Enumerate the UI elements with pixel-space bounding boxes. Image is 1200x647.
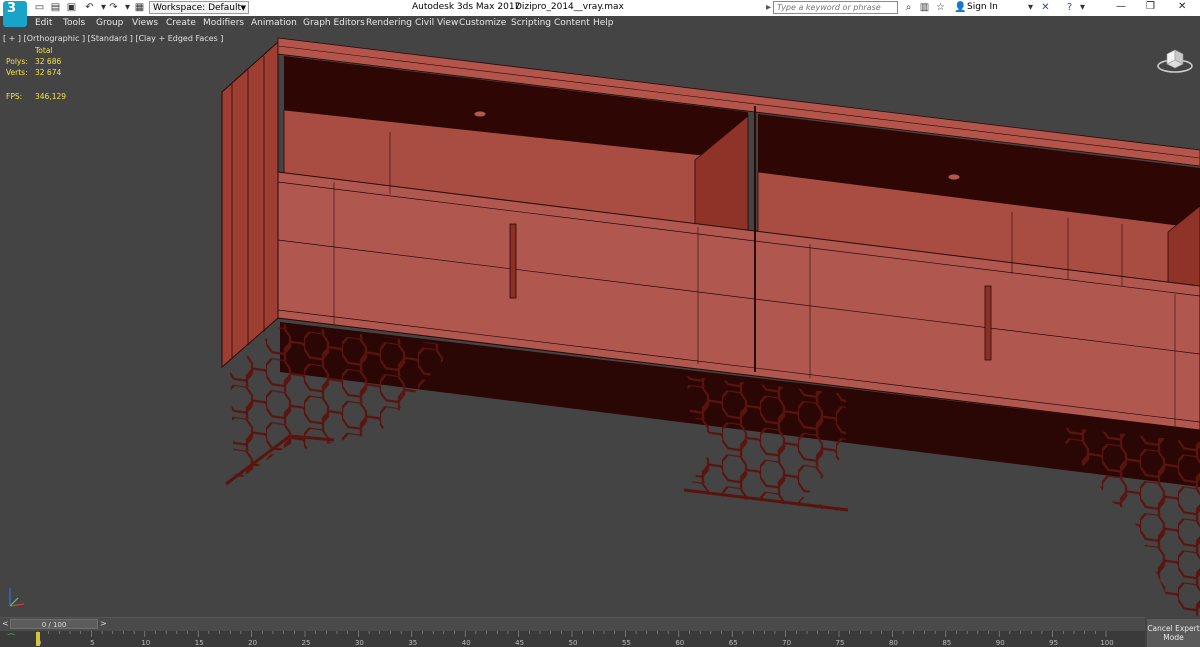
search-input[interactable]: Type a keyword or phrase [773,1,898,14]
track-tick-label: 65 [729,639,738,647]
viewport-label[interactable]: [ + ] [Orthographic ] [Standard ] [Clay … [3,34,223,43]
track-tick-label: 80 [889,639,898,647]
stats-fps-value: 346,129 [35,92,67,101]
track-bar[interactable]: ⁀ 05101520253035404550556065707580859095… [0,631,1145,647]
honeycomb-leg-left [230,324,456,482]
stats-fps-label: FPS: [6,92,23,101]
workspace-label: Workspace: Default [153,3,241,13]
communication-center-icon[interactable]: ▥ [919,2,930,13]
track-tick-label: 50 [569,639,578,647]
cabinet-left-panel [221,40,279,369]
track-tick-label: 60 [675,639,684,647]
stats-verts-label: Verts: [6,68,28,77]
app-title: Autodesk 3ds Max 2017 [412,2,521,12]
track-tick-label: 10 [141,639,150,647]
stats-total-header: Total [35,46,53,55]
restore-icon[interactable]: ❐ [1146,1,1155,12]
menu-group[interactable]: Group [96,18,123,28]
minimize-icon[interactable]: — [1116,1,1126,12]
menu-edit[interactable]: Edit [35,18,52,28]
drawer-knob [947,173,961,181]
viewcube-home-icon[interactable] [1157,48,1193,74]
door-handle [984,285,992,361]
track-tick-label: 5 [90,639,94,647]
menu-civil-view[interactable]: Civil View [415,18,458,28]
binoculars-icon[interactable]: ⌕ [903,2,914,13]
menu-bar: Edit Tools Group Views Create Modifiers … [0,16,1200,33]
track-tick-label: 25 [302,639,311,647]
help-dropdown-icon[interactable]: ▾ [1077,2,1088,13]
track-tick-label: 70 [782,639,791,647]
user-icon[interactable]: 👤 [954,2,966,13]
track-tick-label: 90 [996,639,1005,647]
help-icon[interactable]: ? [1064,2,1075,13]
track-tick-label: 45 [515,639,524,647]
menu-animation[interactable]: Animation [251,18,297,28]
menu-create[interactable]: Create [166,18,196,28]
close-icon[interactable]: ✕ [1178,1,1186,12]
door-handle [509,223,517,299]
track-tick-label: 15 [195,639,204,647]
new-file-icon[interactable]: ▭ [34,2,45,13]
track-tick-label: 35 [408,639,417,647]
track-tick-label: 100 [1100,639,1113,647]
track-tick-label: 95 [1049,639,1058,647]
title-bar: 3 ▭ ▤ ▣ ↶ ▾ ↷ ▾ ▦ Workspace: Default ▼ A… [0,0,1200,27]
menu-help[interactable]: Help [593,18,614,28]
redo-icon[interactable]: ↷ [108,2,119,13]
menu-customize[interactable]: Customize [459,18,506,28]
stats-polys-value: 32 686 [35,57,62,66]
redo-dropdown-icon[interactable]: ▾ [122,2,133,13]
track-tick-label: 75 [836,639,845,647]
favorites-star-icon[interactable]: ☆ [935,2,946,13]
previous-frame-button[interactable]: < [2,619,9,628]
menu-graph-editors[interactable]: Graph Editors [303,18,365,28]
track-ticks: 0510152025303540455055606570758085909510… [36,631,1114,647]
chevron-down-icon: ▼ [240,4,246,12]
track-tick-label: 55 [622,639,631,647]
exchange-apps-icon[interactable]: ✕ [1040,2,1051,13]
menu-rendering[interactable]: Rendering [366,18,412,28]
project-folder-icon[interactable]: ▦ [134,2,145,13]
track-tick-label: 30 [355,639,364,647]
workspace-dropdown[interactable]: Workspace: Default ▼ [149,1,249,14]
menu-modifiers[interactable]: Modifiers [203,18,244,28]
scene-render[interactable] [0,32,1200,617]
menu-content[interactable]: Content [554,18,590,28]
menu-scripting[interactable]: Scripting [511,18,551,28]
track-tick-label: 40 [462,639,471,647]
next-frame-button[interactable]: > [100,619,107,628]
current-frame-marker[interactable] [36,632,40,646]
stats-polys-label: Polys: [6,57,28,66]
track-tick-label: 85 [942,639,951,647]
menu-views[interactable]: Views [132,18,158,28]
app-logo-icon[interactable]: 3 [3,1,27,27]
honeycomb-leg-middle [686,376,846,512]
cancel-expert-mode-button[interactable]: Cancel Expert Mode [1147,619,1200,647]
track-tick-label: 20 [248,639,257,647]
sign-in-link[interactable]: Sign In [967,2,998,12]
stats-verts-value: 32 674 [35,68,62,77]
file-name: Dizipro_2014__vray.max [515,2,624,12]
axis-tripod-icon [9,588,25,607]
time-slider-thumb[interactable]: 0 / 100 [10,619,98,629]
open-file-icon[interactable]: ▤ [50,2,61,13]
undo-icon[interactable]: ↶ [84,2,95,13]
sign-in-dropdown-icon[interactable]: ▾ [1025,2,1036,13]
orthographic-viewport[interactable]: [ + ] [Orthographic ] [Standard ] [Clay … [0,32,1200,617]
time-slider[interactable]: < 0 / 100 > [0,617,1145,631]
save-icon[interactable]: ▣ [66,2,77,13]
drawer-knob [473,110,487,118]
menu-tools[interactable]: Tools [63,18,85,28]
